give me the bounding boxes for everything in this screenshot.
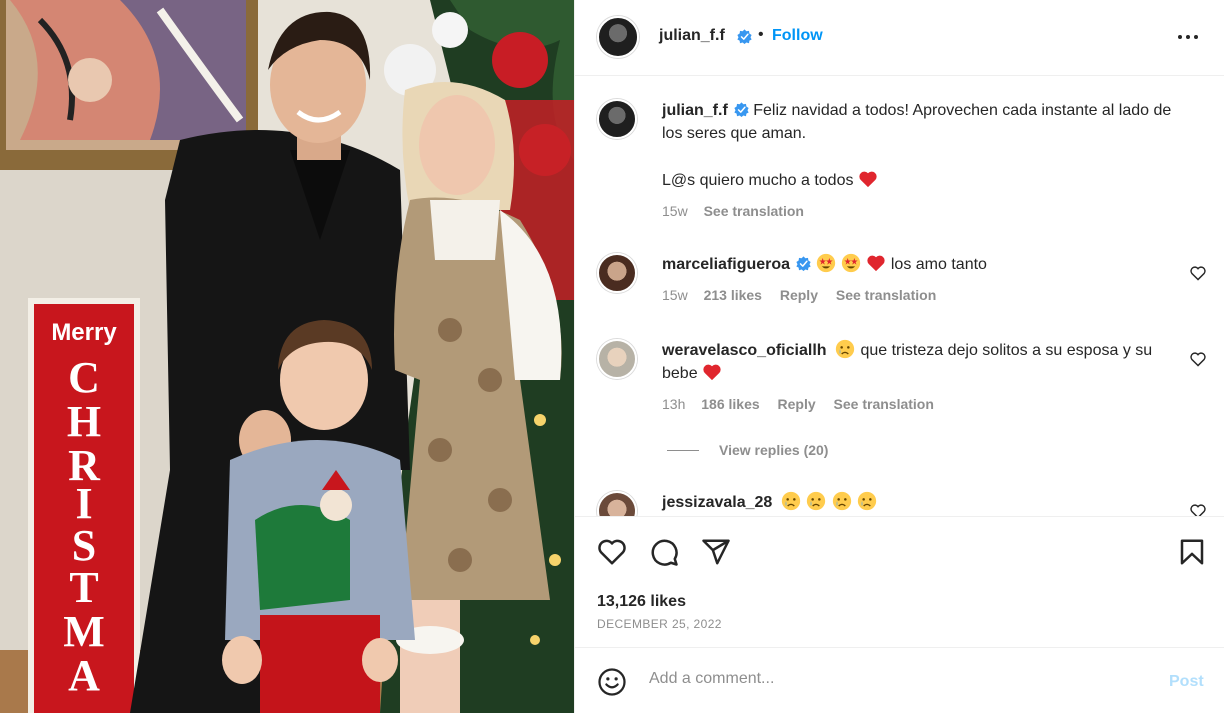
- red-heart-emoji: [703, 364, 721, 381]
- see-translation-button[interactable]: See translation: [704, 203, 804, 219]
- star-struck-emoji: [841, 253, 861, 273]
- comment-time[interactable]: 13h: [662, 396, 685, 412]
- comment-body: weravelasco_oficiallh que tristeza dejo …: [662, 339, 1182, 385]
- caption-meta: 15w See translation: [662, 203, 818, 219]
- comment-like-icon[interactable]: [1189, 351, 1207, 367]
- comment-like-icon[interactable]: [1189, 265, 1207, 281]
- follow-button[interactable]: Follow: [772, 27, 823, 45]
- comment-body: marceliafigueroa los amo tanto: [662, 253, 1182, 276]
- comment-avatar[interactable]: [597, 253, 637, 293]
- caption-username[interactable]: julian_f.f: [662, 102, 728, 119]
- comment-item: marceliafigueroa los amo tanto 15w 213 l…: [597, 253, 1207, 333]
- comment-meta: 13h 186 likes Reply See translation: [662, 396, 948, 412]
- crying-emoji: [835, 339, 855, 359]
- post-photo[interactable]: Merry C H R I S T M A: [0, 0, 574, 713]
- caption: julian_f.f Feliz navidad a todos! Aprove…: [597, 99, 1207, 229]
- comment-item: jessizavala_28: [597, 491, 1207, 516]
- comments-list[interactable]: julian_f.f Feliz navidad a todos! Aprove…: [575, 77, 1224, 516]
- reply-button[interactable]: Reply: [780, 287, 818, 303]
- comment-item: weravelasco_oficiallh que tristeza dejo …: [597, 339, 1207, 449]
- comment-text: los amo tanto: [890, 256, 987, 273]
- see-translation-button[interactable]: See translation: [834, 396, 934, 412]
- comment-avatar[interactable]: [597, 491, 637, 516]
- svg-text:A: A: [68, 651, 100, 700]
- svg-text:T: T: [69, 563, 98, 612]
- comment-meta: 15w 213 likes Reply See translation: [662, 287, 950, 303]
- view-replies-button[interactable]: View replies (20): [667, 442, 828, 458]
- reply-button[interactable]: Reply: [778, 396, 816, 412]
- crying-emoji: [807, 491, 826, 511]
- post-image: Merry C H R I S T M A: [0, 0, 574, 713]
- caption-body: julian_f.f Feliz navidad a todos! Aprove…: [662, 99, 1182, 192]
- post-date[interactable]: DECEMBER 25, 2022: [597, 617, 722, 631]
- caption-text-2: L@s quiero mucho a todos: [662, 172, 854, 189]
- comment-likes[interactable]: 213 likes: [704, 287, 762, 303]
- comment-icon[interactable]: [649, 537, 679, 567]
- view-replies-label[interactable]: View replies (20): [719, 442, 828, 458]
- see-translation-button[interactable]: See translation: [836, 287, 936, 303]
- author-avatar[interactable]: [597, 16, 639, 58]
- add-comment-bar: Post: [575, 647, 1224, 713]
- verified-badge-icon: [734, 102, 749, 117]
- caption-time[interactable]: 15w: [662, 203, 688, 219]
- comment-like-icon[interactable]: [1189, 503, 1207, 516]
- svg-text:C: C: [68, 353, 100, 402]
- svg-text:Merry: Merry: [51, 319, 117, 346]
- red-heart-emoji: [867, 255, 886, 272]
- action-bar: 13,126 likes DECEMBER 25, 2022: [575, 516, 1224, 646]
- crying-emoji: [857, 491, 877, 511]
- crying-emoji: [781, 491, 800, 511]
- post-header: julian_f.f • Follow: [575, 0, 1224, 76]
- more-options-icon[interactable]: [1175, 25, 1201, 49]
- star-struck-emoji: [816, 253, 835, 273]
- verified-badge-icon: [796, 256, 811, 271]
- comment-likes[interactable]: 186 likes: [701, 396, 759, 412]
- crying-emoji: [832, 491, 851, 511]
- comment-input[interactable]: [649, 670, 1149, 688]
- replies-divider: [667, 450, 699, 451]
- send-icon[interactable]: [701, 537, 731, 567]
- merry-christmas-sign: Merry C H R I S T M A: [28, 298, 140, 713]
- post-button[interactable]: Post: [1169, 673, 1204, 691]
- comment-username[interactable]: weravelasco_oficiallh: [662, 342, 827, 359]
- comment-username[interactable]: marceliafigueroa: [662, 256, 790, 273]
- verified-badge-icon: [737, 29, 752, 44]
- author-username[interactable]: julian_f.f: [659, 27, 725, 45]
- svg-text:M: M: [63, 607, 105, 656]
- comment-avatar[interactable]: [597, 339, 637, 379]
- bookmark-icon[interactable]: [1177, 537, 1207, 567]
- likes-count[interactable]: 13,126 likes: [597, 593, 686, 611]
- comment-username[interactable]: jessizavala_28: [662, 494, 772, 511]
- comment-time[interactable]: 15w: [662, 287, 688, 303]
- red-heart-emoji: [859, 171, 877, 188]
- caption-avatar[interactable]: [597, 99, 637, 139]
- post-sidebar: julian_f.f • Follow julian_f.f Feliz nav…: [574, 0, 1224, 713]
- comment-body: jessizavala_28: [662, 491, 1182, 514]
- header-separator: •: [758, 26, 764, 43]
- svg-text:H: H: [67, 397, 101, 446]
- smile-icon[interactable]: [597, 667, 627, 697]
- heart-icon[interactable]: [597, 537, 627, 567]
